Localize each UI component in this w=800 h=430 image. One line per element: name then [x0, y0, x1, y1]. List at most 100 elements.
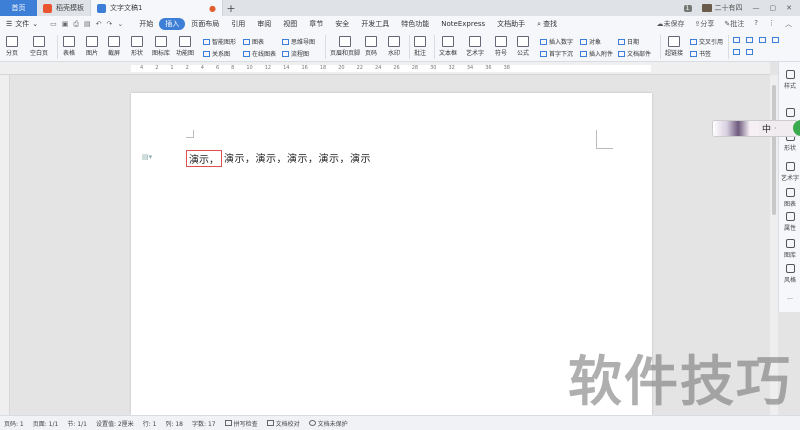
search-box[interactable]: ⌕ 查找: [531, 18, 563, 30]
smartart-button[interactable]: 智能图形: [203, 37, 236, 46]
layout-button-2[interactable]: [746, 37, 753, 43]
unsaved-button[interactable]: ☁未保存: [657, 19, 685, 29]
menu-references[interactable]: 引用: [225, 18, 251, 30]
relation-chart-button[interactable]: 关系图: [203, 49, 230, 58]
object-button[interactable]: 对象: [580, 37, 601, 46]
screenshot-button[interactable]: 截屏: [108, 36, 120, 57]
redo-icon[interactable]: ↷: [107, 20, 113, 29]
menu-review[interactable]: 审阅: [251, 18, 277, 30]
status-words[interactable]: 字数: 17: [192, 419, 216, 428]
sidebar-item-label: 图表: [783, 201, 796, 208]
watermark-button[interactable]: 水印: [388, 36, 400, 57]
sidebar-item-style[interactable]: 样式: [779, 70, 800, 90]
ime-mode-toggle[interactable]: 中: [759, 122, 774, 135]
layout-button-6[interactable]: [746, 49, 753, 55]
window-count-badge[interactable]: 1: [683, 4, 692, 12]
textbox-button[interactable]: 文本框: [439, 36, 457, 57]
protect-status[interactable]: 文档未保护: [308, 419, 348, 428]
bookmark-button[interactable]: 书签: [690, 49, 711, 58]
blank-page-button[interactable]: 空白页: [30, 36, 48, 57]
print-icon[interactable]: ⎙: [73, 20, 79, 29]
save-icon[interactable]: ▣: [62, 20, 69, 29]
ime-punctuation-toggle[interactable]: ·: [774, 124, 777, 133]
share-button[interactable]: ⇪分享: [695, 19, 715, 29]
close-icon[interactable]: ✕: [786, 4, 792, 12]
status-page[interactable]: 页码: 1: [4, 419, 24, 428]
menu-features[interactable]: 特色功能: [395, 18, 435, 30]
menu-noteexpress[interactable]: NoteExpress: [435, 18, 491, 30]
paragraph-handle-icon[interactable]: ▤▾: [142, 153, 152, 161]
symbol-button[interactable]: 符号: [495, 36, 507, 57]
sidebar-item-gallery[interactable]: 图库: [779, 239, 800, 259]
hyperlink-button[interactable]: 超链接: [665, 36, 683, 57]
vertical-ruler[interactable]: [0, 75, 10, 415]
wordart-button[interactable]: 艺术字: [466, 36, 484, 57]
online-chart-button[interactable]: 在线图表: [243, 49, 276, 58]
proofread-button[interactable]: 文档校对: [266, 419, 300, 428]
undo-icon[interactable]: ↶: [96, 20, 102, 29]
scrollbar-thumb[interactable]: [772, 85, 776, 215]
menu-developer[interactable]: 开发工具: [355, 18, 395, 30]
selected-word[interactable]: 演示，: [186, 150, 222, 167]
layout-button-4[interactable]: [772, 37, 779, 43]
tab-home[interactable]: 首页: [0, 0, 37, 16]
sidebar-item-select[interactable]: [779, 108, 800, 119]
shape-button[interactable]: 形状: [131, 36, 143, 57]
annotate-button[interactable]: ✎批注: [724, 19, 744, 29]
menu-doc-assistant[interactable]: 文档助手: [491, 18, 531, 30]
mindmap-button[interactable]: 思维导图: [282, 37, 315, 46]
open-icon[interactable]: ▭: [50, 20, 57, 29]
menu-start[interactable]: 开始: [133, 18, 159, 30]
user-account[interactable]: 二十有四: [701, 3, 743, 13]
file-menu[interactable]: ☰ 文件 ⌄: [0, 19, 44, 29]
header-footer-button[interactable]: 页眉和页脚: [330, 36, 360, 57]
chart-button[interactable]: 图表: [243, 37, 264, 46]
smartart-label: 智能图形: [212, 39, 237, 46]
menu-view[interactable]: 视图: [277, 18, 303, 30]
tab-document[interactable]: 文字文稿1 ●: [91, 0, 223, 16]
insert-number-button[interactable]: 插入数字: [540, 37, 573, 46]
date-button[interactable]: 日期: [618, 37, 639, 46]
menu-insert[interactable]: 插入: [159, 18, 186, 30]
sidebar-item-wordart[interactable]: 艺术字: [779, 162, 800, 182]
ime-toolbar[interactable]: 中 ·: [712, 120, 798, 137]
menu-chapter[interactable]: 章节: [303, 18, 329, 30]
formula-button[interactable]: 公式: [517, 36, 529, 57]
attachment-button[interactable]: 插入附件: [580, 49, 613, 58]
cross-reference-button[interactable]: 交叉引用: [690, 37, 723, 46]
minimize-icon[interactable]: —: [753, 4, 760, 12]
table-button[interactable]: 表格: [63, 36, 75, 57]
sidebar-item-properties[interactable]: 属性: [779, 212, 800, 232]
document-text-line[interactable]: 演示， 演示，演示，演示，演示，演示: [186, 150, 371, 167]
menu-page-layout[interactable]: 页面布局: [185, 18, 225, 30]
layout-button-3[interactable]: [759, 37, 766, 43]
layout-button-1[interactable]: [733, 37, 740, 43]
icon-library-button[interactable]: 图标库: [152, 36, 170, 57]
sidebar-item-theme[interactable]: 风格: [779, 264, 800, 284]
more-icon[interactable]: ⋮: [768, 19, 775, 29]
function-map-button[interactable]: 功能图: [176, 36, 194, 57]
new-tab-button[interactable]: +: [223, 2, 239, 15]
preview-icon[interactable]: ▤: [84, 20, 91, 29]
picture-button[interactable]: 图片: [86, 36, 98, 57]
tab-template[interactable]: 稻壳模板: [37, 0, 91, 16]
drop-cap-button[interactable]: 首字下沉: [540, 49, 573, 58]
close-tab-icon[interactable]: ●: [209, 4, 216, 13]
menu-security[interactable]: 安全: [329, 18, 355, 30]
cover-page-button[interactable]: 分页: [6, 36, 18, 57]
help-button[interactable]: ?: [754, 19, 758, 29]
chevron-down-icon[interactable]: ⌄: [117, 20, 123, 29]
collapse-icon[interactable]: ︿: [785, 19, 792, 29]
page-number-button[interactable]: 页码: [365, 36, 377, 57]
spell-check-button[interactable]: 拼写检查: [224, 419, 258, 428]
maximize-icon[interactable]: ▢: [770, 4, 777, 12]
doc-parts-button[interactable]: 文档部件: [618, 49, 651, 58]
horizontal-ruler[interactable]: 4 2 1 2 4 6 8 10 12 14 16 18 20 22 24 26…: [0, 62, 770, 75]
gallery-icon: [785, 239, 795, 248]
layout-button-5[interactable]: [733, 49, 740, 55]
sidebar-item-chart[interactable]: 图表: [779, 188, 800, 208]
flowchart-button[interactable]: 流程图: [282, 49, 309, 58]
document-text[interactable]: 演示，演示，演示，演示，演示: [222, 150, 371, 167]
sidebar-item-settings[interactable]: ···: [779, 296, 800, 303]
comment-button[interactable]: 批注: [414, 36, 426, 57]
